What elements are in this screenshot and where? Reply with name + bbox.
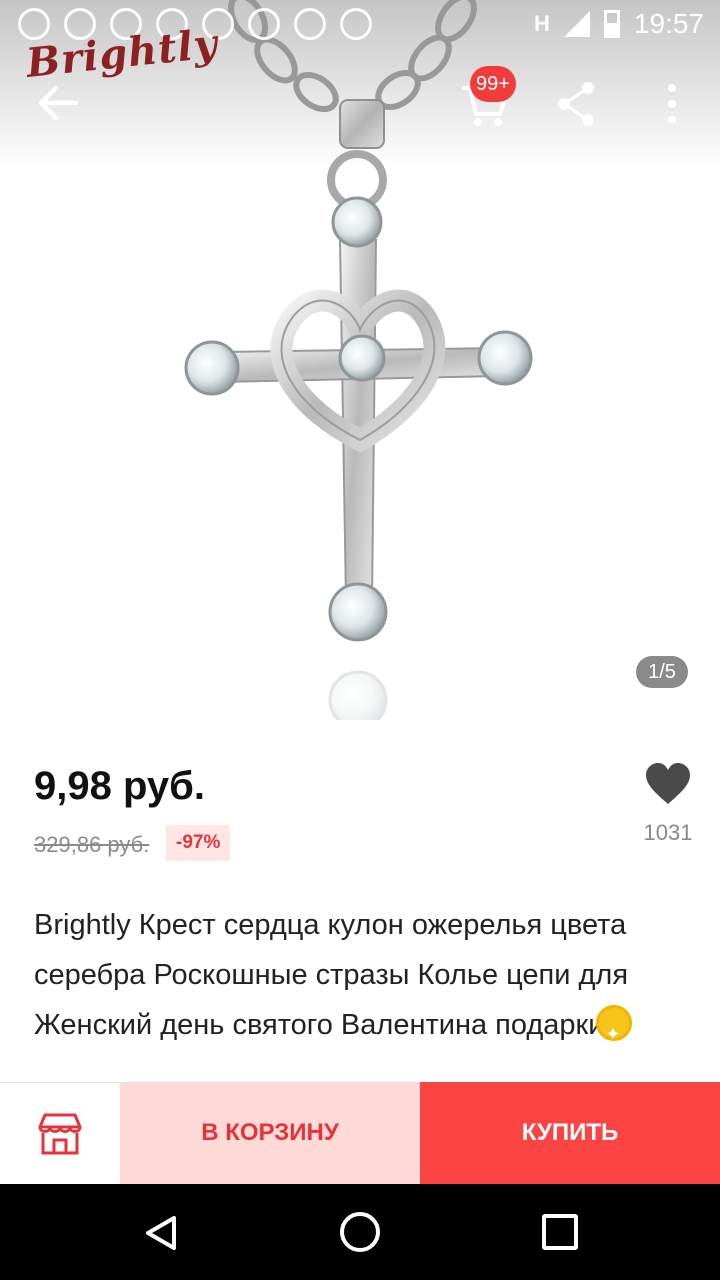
nav-home-icon[interactable] — [340, 1212, 380, 1252]
buy-button[interactable]: КУПИТЬ — [420, 1082, 720, 1184]
image-counter: 1/5 — [636, 656, 688, 688]
coin-icon[interactable] — [596, 1005, 633, 1059]
battery-icon — [603, 10, 620, 38]
product-image[interactable] — [0, 0, 720, 720]
discount-badge: -97% — [166, 825, 231, 861]
share-icon[interactable] — [554, 80, 598, 128]
add-to-cart-button[interactable]: В КОРЗИНУ — [120, 1082, 420, 1184]
more-vert-icon[interactable] — [658, 82, 686, 126]
favorites-count: 1031 — [643, 820, 693, 845]
nav-back-icon[interactable] — [142, 1214, 180, 1252]
network-type: H — [534, 11, 550, 36]
nav-recent-icon[interactable] — [542, 1214, 578, 1250]
store-button[interactable] — [0, 1082, 120, 1184]
cart-badge: 99+ — [470, 66, 516, 102]
arrow-back-icon[interactable] — [34, 80, 80, 126]
signal-icon — [563, 11, 590, 37]
current-price: 9,98 руб. — [34, 764, 205, 808]
status-right: H 19:57 — [534, 8, 704, 40]
product-title-text: Brightly Крест сердца кулон ожерелья цве… — [34, 909, 629, 1041]
status-time: 19:57 — [633, 8, 704, 39]
chat-icon — [18, 8, 50, 40]
yandex-icon — [248, 8, 280, 40]
heart-icon[interactable] — [644, 762, 692, 806]
phone-icon — [340, 8, 372, 40]
old-price: 329,86 руб. — [34, 832, 150, 857]
product-title: Brightly Крест сердца кулон ожерелья цве… — [34, 900, 694, 1059]
store-icon — [38, 1113, 82, 1155]
action-bar: В КОРЗИНУ КУПИТЬ — [0, 1082, 720, 1184]
sparkle-icon — [294, 8, 326, 40]
